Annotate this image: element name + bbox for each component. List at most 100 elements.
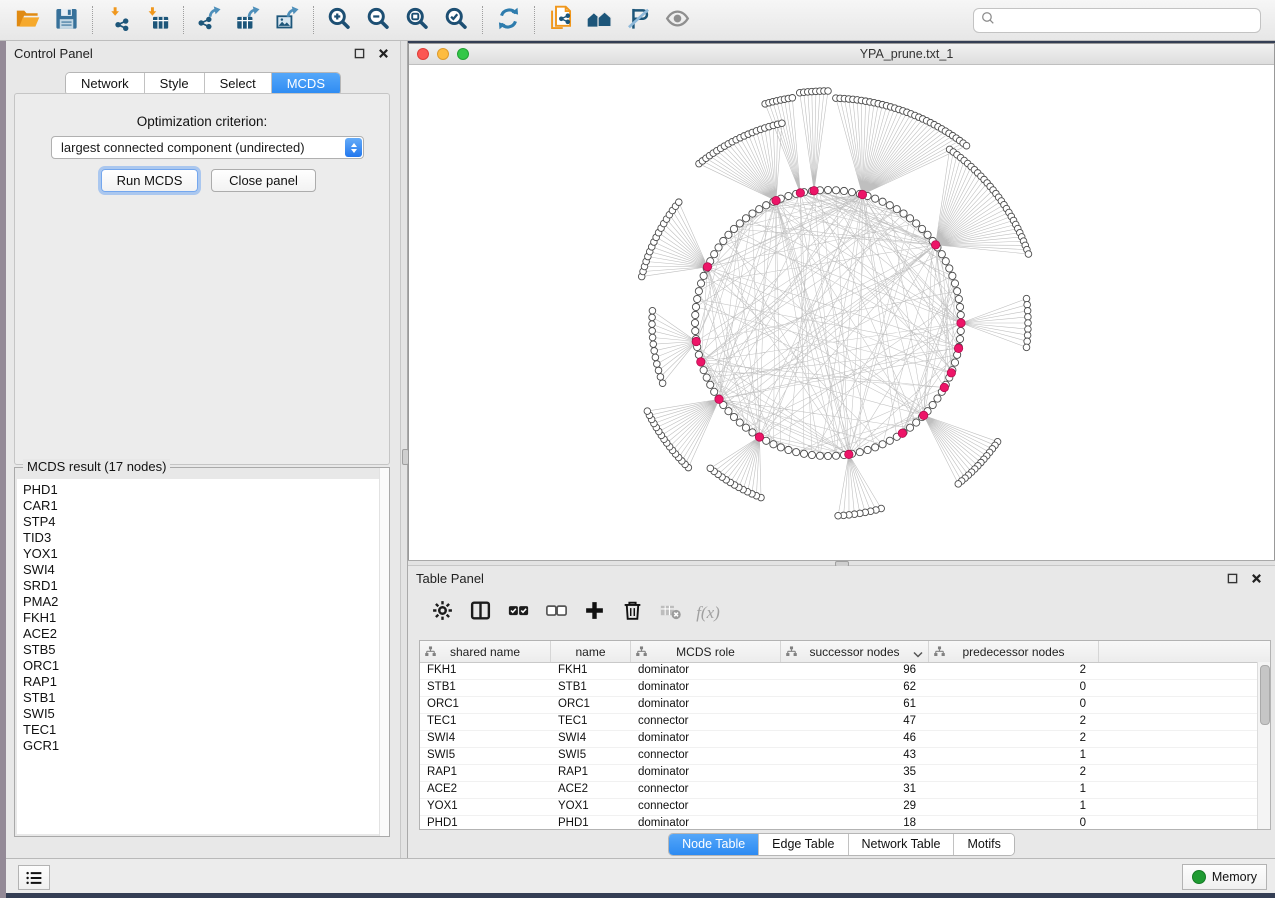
table-row[interactable]: SWI4SWI4dominator462 <box>420 731 1270 748</box>
search-box[interactable] <box>973 8 1261 33</box>
mcds-result-item[interactable]: SWI4 <box>17 562 387 578</box>
import-table-button[interactable] <box>138 2 177 38</box>
criterion-select[interactable]: largest connected component (undirected) <box>51 136 364 159</box>
mcds-result-item[interactable]: SWI5 <box>17 706 387 722</box>
cell-mcds-role: dominator <box>631 816 781 830</box>
network-window-titlebar[interactable]: YPA_prune.txt_1 <box>409 44 1274 65</box>
float-panel-icon[interactable] <box>350 45 368 61</box>
toolbar-separator <box>92 6 93 34</box>
first-neighbors-button[interactable] <box>580 2 619 38</box>
table-row[interactable]: PHD1PHD1dominator180 <box>420 816 1270 830</box>
deselect-all-columns-button[interactable] <box>544 601 568 625</box>
column-label: shared name <box>450 645 520 659</box>
select-all-columns-icon <box>507 599 530 627</box>
table-settings-icon <box>431 599 454 627</box>
column-header-predecessor-nodes[interactable]: predecessor nodes <box>929 641 1099 662</box>
select-all-columns-button[interactable] <box>506 601 530 625</box>
hide-flag-icon <box>625 5 652 35</box>
run-mcds-button[interactable]: Run MCDS <box>101 169 198 192</box>
mcds-result-item[interactable]: STB1 <box>17 690 387 706</box>
table-settings-button[interactable] <box>430 601 454 625</box>
tab-motifs[interactable]: Motifs <box>954 834 1013 855</box>
close-panel-icon[interactable] <box>374 45 392 61</box>
show-eye-button[interactable] <box>658 2 697 38</box>
zoom-fit-button[interactable] <box>398 2 437 38</box>
save-session-button[interactable] <box>47 2 86 38</box>
mcds-result-item[interactable]: PMA2 <box>17 594 387 610</box>
cell-successor-nodes: 29 <box>781 799 929 815</box>
import-table-icon <box>144 5 171 35</box>
share-network-document-button[interactable] <box>541 2 580 38</box>
toolbar-separator <box>534 6 535 34</box>
zoom-out-button[interactable] <box>359 2 398 38</box>
zoom-selected-button[interactable] <box>437 2 476 38</box>
table-row[interactable]: ACE2ACE2connector311 <box>420 782 1270 799</box>
mcds-result-item[interactable]: PHD1 <box>17 482 387 498</box>
mcds-result-item[interactable]: RAP1 <box>17 674 387 690</box>
delete-column-button[interactable] <box>620 601 644 625</box>
column-header-name[interactable]: name <box>551 641 631 662</box>
mcds-result-item[interactable]: ACE2 <box>17 626 387 642</box>
zoom-in-button[interactable] <box>320 2 359 38</box>
mcds-result-item[interactable]: YOX1 <box>17 546 387 562</box>
add-column-button[interactable] <box>582 601 606 625</box>
mcds-result-item[interactable]: STP4 <box>17 514 387 530</box>
mcds-result-item[interactable]: STB5 <box>17 642 387 658</box>
export-image-button[interactable] <box>268 2 307 38</box>
close-table-panel-icon[interactable] <box>1247 570 1265 586</box>
table-row[interactable]: ORC1ORC1dominator610 <box>420 697 1270 714</box>
sort-desc-icon <box>913 648 923 662</box>
mcds-result-item[interactable]: ORC1 <box>17 658 387 674</box>
tab-select[interactable]: Select <box>205 73 272 95</box>
tab-mcds[interactable]: MCDS <box>272 73 340 95</box>
column-header-mcds-role[interactable]: MCDS role <box>631 641 781 662</box>
mcds-result-item[interactable]: GCR1 <box>17 738 387 754</box>
network-canvas[interactable] <box>409 65 1274 560</box>
column-label: successor nodes <box>809 645 899 659</box>
mcds-result-item[interactable]: TEC1 <box>17 722 387 738</box>
zoom-fit-icon <box>404 5 431 35</box>
refresh-button[interactable] <box>489 2 528 38</box>
add-column-icon <box>583 599 606 627</box>
table-row[interactable]: STB1STB1dominator620 <box>420 680 1270 697</box>
tab-network[interactable]: Network <box>66 73 145 95</box>
memory-button[interactable]: Memory <box>1182 864 1267 890</box>
table-scrollbar-thumb[interactable] <box>1260 665 1270 725</box>
tab-edge-table[interactable]: Edge Table <box>759 834 848 855</box>
cell-predecessor-nodes: 0 <box>929 680 1099 696</box>
import-network-icon <box>105 5 132 35</box>
toggle-columns-button[interactable] <box>468 601 492 625</box>
open-file-icon <box>14 5 41 35</box>
column-header-shared-name[interactable]: shared name <box>420 641 551 662</box>
table-row[interactable]: RAP1RAP1dominator352 <box>420 765 1270 782</box>
mcds-result-item[interactable]: SRD1 <box>17 578 387 594</box>
close-panel-button[interactable]: Close panel <box>211 169 316 192</box>
mcds-result-item[interactable]: CAR1 <box>17 498 387 514</box>
delete-table-icon <box>659 599 682 627</box>
tab-network-table[interactable]: Network Table <box>849 834 955 855</box>
tab-style[interactable]: Style <box>145 73 205 95</box>
column-header-filler <box>1099 641 1270 662</box>
float-table-panel-icon[interactable] <box>1223 570 1241 586</box>
task-list-button[interactable] <box>18 865 50 890</box>
mcds-result-item[interactable]: FKH1 <box>17 610 387 626</box>
table-scrollbar[interactable] <box>1257 662 1270 829</box>
export-network-button[interactable] <box>190 2 229 38</box>
cell-successor-nodes: 61 <box>781 697 929 713</box>
search-input[interactable] <box>997 10 1260 32</box>
open-file-button[interactable] <box>8 2 47 38</box>
table-row[interactable]: SWI5SWI5connector431 <box>420 748 1270 765</box>
table-row[interactable]: FKH1FKH1dominator962 <box>420 663 1270 680</box>
cell-name: ACE2 <box>551 782 631 798</box>
table-header: shared name nameMCDS role successor nodes p… <box>420 641 1270 663</box>
tab-node-table[interactable]: Node Table <box>669 834 759 855</box>
import-network-button[interactable] <box>99 2 138 38</box>
export-table-button[interactable] <box>229 2 268 38</box>
vertical-splitter[interactable] <box>400 41 408 858</box>
table-row[interactable]: TEC1TEC1connector472 <box>420 714 1270 731</box>
hide-flag-button[interactable] <box>619 2 658 38</box>
mcds-list-scrollbar[interactable] <box>379 468 389 836</box>
table-row[interactable]: YOX1YOX1connector291 <box>420 799 1270 816</box>
mcds-result-item[interactable]: TID3 <box>17 530 387 546</box>
column-header-successor-nodes[interactable]: successor nodes <box>781 641 929 662</box>
